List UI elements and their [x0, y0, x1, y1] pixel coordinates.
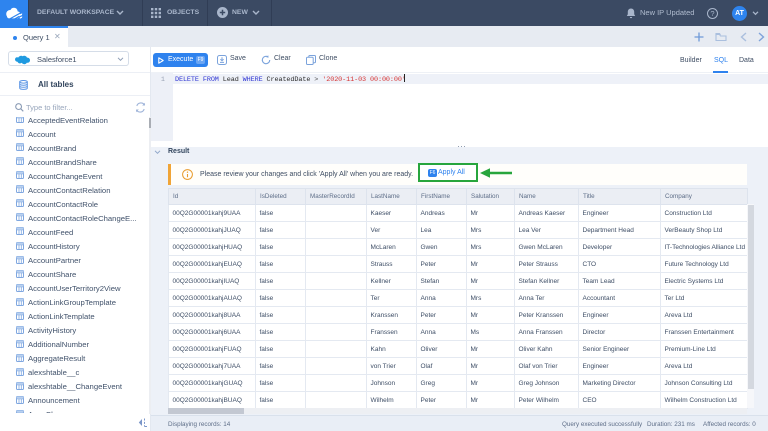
svg-text:?: ?: [710, 9, 714, 18]
